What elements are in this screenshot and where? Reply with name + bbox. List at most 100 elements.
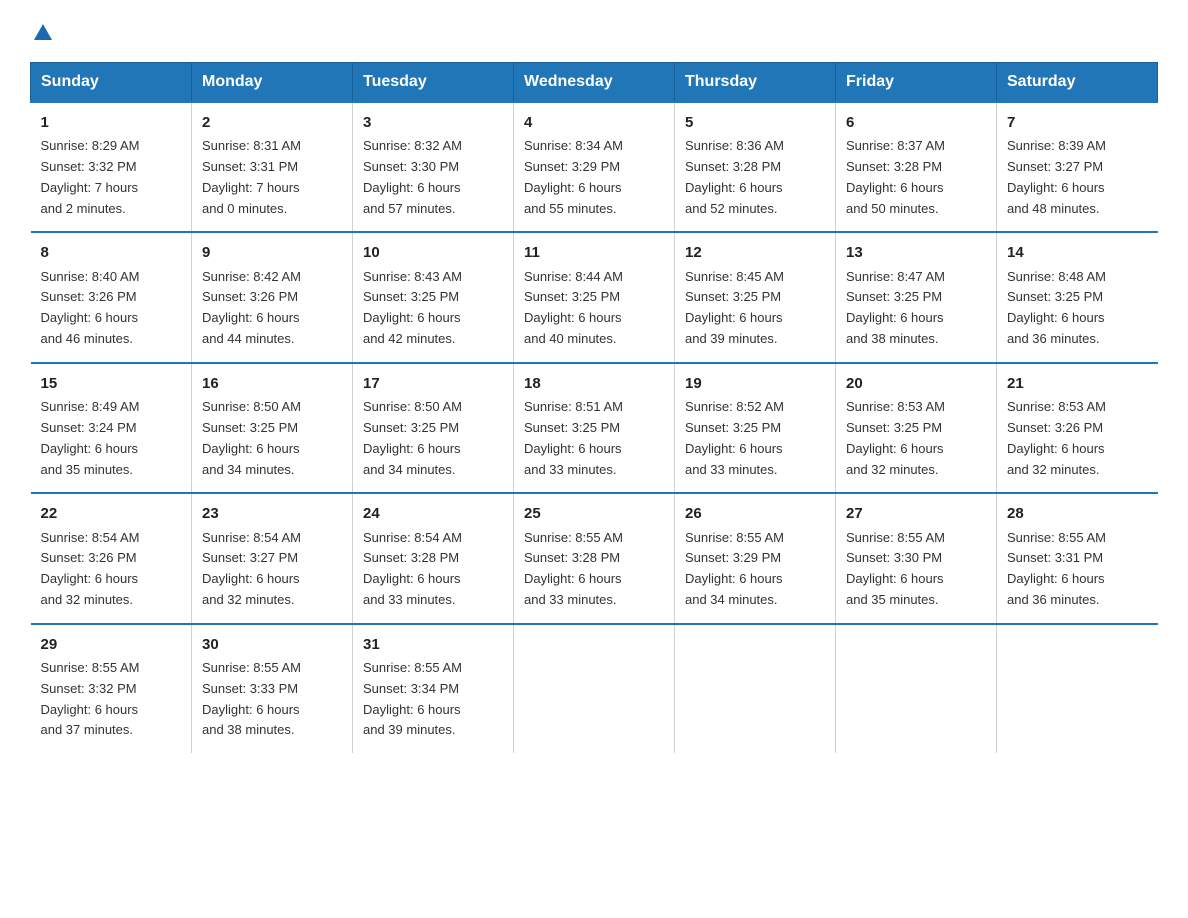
day-cell: 26 Sunrise: 8:55 AMSunset: 3:29 PMDayligh…	[675, 493, 836, 623]
day-cell: 25 Sunrise: 8:55 AMSunset: 3:28 PMDayligh…	[514, 493, 675, 623]
day-cell	[997, 624, 1158, 753]
day-cell: 18Sunrise: 8:51 AMSunset: 3:25 PMDayligh…	[514, 363, 675, 493]
day-cell: 15Sunrise: 8:49 AMSunset: 3:24 PMDayligh…	[31, 363, 192, 493]
day-number: 8	[41, 241, 182, 264]
day-number: 29	[41, 633, 182, 656]
day-number: 10	[363, 241, 503, 264]
calendar-header: SundayMondayTuesdayWednesdayThursdayFrid…	[31, 63, 1158, 103]
day-cell: 5Sunrise: 8:36 AMSunset: 3:28 PMDaylight…	[675, 102, 836, 232]
day-cell: 3Sunrise: 8:32 AMSunset: 3:30 PMDaylight…	[353, 102, 514, 232]
day-info: Sunrise: 8:55 AMSunset: 3:30 PMDaylight:…	[846, 528, 986, 611]
day-info: Sunrise: 8:54 AMSunset: 3:27 PMDaylight:…	[202, 528, 342, 611]
week-row-3: 15Sunrise: 8:49 AMSunset: 3:24 PMDayligh…	[31, 363, 1158, 493]
day-number: 5	[685, 111, 825, 134]
day-number: 21	[1007, 372, 1148, 395]
week-row-4: 22Sunrise: 8:54 AMSunset: 3:26 PMDayligh…	[31, 493, 1158, 623]
day-cell: 1Sunrise: 8:29 AMSunset: 3:32 PMDaylight…	[31, 102, 192, 232]
day-info: Sunrise: 8:29 AMSunset: 3:32 PMDaylight:…	[41, 136, 182, 219]
day-cell: 10 Sunrise: 8:43 AMSunset: 3:25 PMDayligh…	[353, 232, 514, 362]
header-monday: Monday	[192, 63, 353, 103]
day-number: 31	[363, 633, 503, 656]
day-number: 17	[363, 372, 503, 395]
day-info: Sunrise: 8:48 AMSunset: 3:25 PMDaylight:…	[1007, 267, 1148, 350]
day-cell: 6Sunrise: 8:37 AMSunset: 3:28 PMDaylight…	[836, 102, 997, 232]
day-cell: 8 Sunrise: 8:40 AMSunset: 3:26 PMDaylight…	[31, 232, 192, 362]
day-cell: 7Sunrise: 8:39 AMSunset: 3:27 PMDaylight…	[997, 102, 1158, 232]
day-number: 13	[846, 241, 986, 264]
day-number: 24	[363, 502, 503, 525]
day-cell: 29Sunrise: 8:55 AMSunset: 3:32 PMDayligh…	[31, 624, 192, 753]
day-number: 1	[41, 111, 182, 134]
day-number: 26	[685, 502, 825, 525]
day-info: Sunrise: 8:45 AMSunset: 3:25 PMDaylight:…	[685, 267, 825, 350]
calendar-body: 1Sunrise: 8:29 AMSunset: 3:32 PMDaylight…	[31, 102, 1158, 753]
day-cell: 11Sunrise: 8:44 AMSunset: 3:25 PMDayligh…	[514, 232, 675, 362]
day-info: Sunrise: 8:42 AMSunset: 3:26 PMDaylight:…	[202, 267, 342, 350]
day-cell: 30Sunrise: 8:55 AMSunset: 3:33 PMDayligh…	[192, 624, 353, 753]
day-info: Sunrise: 8:55 AMSunset: 3:31 PMDaylight:…	[1007, 528, 1148, 611]
day-info: Sunrise: 8:36 AMSunset: 3:28 PMDaylight:…	[685, 136, 825, 219]
day-info: Sunrise: 8:49 AMSunset: 3:24 PMDaylight:…	[41, 397, 182, 480]
day-number: 6	[846, 111, 986, 134]
day-info: Sunrise: 8:31 AMSunset: 3:31 PMDaylight:…	[202, 136, 342, 219]
day-number: 16	[202, 372, 342, 395]
header-friday: Friday	[836, 63, 997, 103]
day-info: Sunrise: 8:44 AMSunset: 3:25 PMDaylight:…	[524, 267, 664, 350]
day-info: Sunrise: 8:55 AMSunset: 3:29 PMDaylight:…	[685, 528, 825, 611]
day-cell: 14 Sunrise: 8:48 AMSunset: 3:25 PMDayligh…	[997, 232, 1158, 362]
day-number: 20	[846, 372, 986, 395]
day-info: Sunrise: 8:40 AMSunset: 3:26 PMDaylight:…	[41, 267, 182, 350]
calendar-table: SundayMondayTuesdayWednesdayThursdayFrid…	[30, 62, 1158, 753]
day-number: 12	[685, 241, 825, 264]
day-number: 14	[1007, 241, 1148, 264]
day-info: Sunrise: 8:55 AMSunset: 3:32 PMDaylight:…	[41, 658, 182, 741]
day-cell: 22Sunrise: 8:54 AMSunset: 3:26 PMDayligh…	[31, 493, 192, 623]
day-cell: 21Sunrise: 8:53 AMSunset: 3:26 PMDayligh…	[997, 363, 1158, 493]
day-number: 4	[524, 111, 664, 134]
header-row: SundayMondayTuesdayWednesdayThursdayFrid…	[31, 63, 1158, 103]
day-info: Sunrise: 8:47 AMSunset: 3:25 PMDaylight:…	[846, 267, 986, 350]
day-cell: 16Sunrise: 8:50 AMSunset: 3:25 PMDayligh…	[192, 363, 353, 493]
day-number: 18	[524, 372, 664, 395]
day-info: Sunrise: 8:43 AMSunset: 3:25 PMDaylight:…	[363, 267, 503, 350]
day-cell: 28 Sunrise: 8:55 AMSunset: 3:31 PMDayligh…	[997, 493, 1158, 623]
day-number: 2	[202, 111, 342, 134]
page-header	[30, 20, 1158, 44]
day-cell: 23Sunrise: 8:54 AMSunset: 3:27 PMDayligh…	[192, 493, 353, 623]
day-number: 3	[363, 111, 503, 134]
day-info: Sunrise: 8:51 AMSunset: 3:25 PMDaylight:…	[524, 397, 664, 480]
day-number: 28	[1007, 502, 1148, 525]
day-info: Sunrise: 8:55 AMSunset: 3:28 PMDaylight:…	[524, 528, 664, 611]
day-info: Sunrise: 8:50 AMSunset: 3:25 PMDaylight:…	[363, 397, 503, 480]
day-cell: 20Sunrise: 8:53 AMSunset: 3:25 PMDayligh…	[836, 363, 997, 493]
day-info: Sunrise: 8:32 AMSunset: 3:30 PMDaylight:…	[363, 136, 503, 219]
day-cell: 27 Sunrise: 8:55 AMSunset: 3:30 PMDayligh…	[836, 493, 997, 623]
day-number: 30	[202, 633, 342, 656]
day-info: Sunrise: 8:39 AMSunset: 3:27 PMDaylight:…	[1007, 136, 1148, 219]
week-row-5: 29Sunrise: 8:55 AMSunset: 3:32 PMDayligh…	[31, 624, 1158, 753]
day-cell	[675, 624, 836, 753]
day-cell: 19Sunrise: 8:52 AMSunset: 3:25 PMDayligh…	[675, 363, 836, 493]
day-number: 9	[202, 241, 342, 264]
day-cell: 24Sunrise: 8:54 AMSunset: 3:28 PMDayligh…	[353, 493, 514, 623]
day-number: 19	[685, 372, 825, 395]
day-cell	[514, 624, 675, 753]
day-cell: 4Sunrise: 8:34 AMSunset: 3:29 PMDaylight…	[514, 102, 675, 232]
header-sunday: Sunday	[31, 63, 192, 103]
day-number: 15	[41, 372, 182, 395]
day-number: 25	[524, 502, 664, 525]
day-cell: 31Sunrise: 8:55 AMSunset: 3:34 PMDayligh…	[353, 624, 514, 753]
day-cell: 2Sunrise: 8:31 AMSunset: 3:31 PMDaylight…	[192, 102, 353, 232]
day-info: Sunrise: 8:50 AMSunset: 3:25 PMDaylight:…	[202, 397, 342, 480]
day-info: Sunrise: 8:55 AMSunset: 3:34 PMDaylight:…	[363, 658, 503, 741]
day-cell: 9 Sunrise: 8:42 AMSunset: 3:26 PMDaylight…	[192, 232, 353, 362]
header-tuesday: Tuesday	[353, 63, 514, 103]
day-cell: 13 Sunrise: 8:47 AMSunset: 3:25 PMDayligh…	[836, 232, 997, 362]
logo-icon	[32, 22, 54, 44]
header-wednesday: Wednesday	[514, 63, 675, 103]
day-cell: 17Sunrise: 8:50 AMSunset: 3:25 PMDayligh…	[353, 363, 514, 493]
day-number: 22	[41, 502, 182, 525]
day-cell	[836, 624, 997, 753]
day-number: 27	[846, 502, 986, 525]
day-number: 7	[1007, 111, 1148, 134]
